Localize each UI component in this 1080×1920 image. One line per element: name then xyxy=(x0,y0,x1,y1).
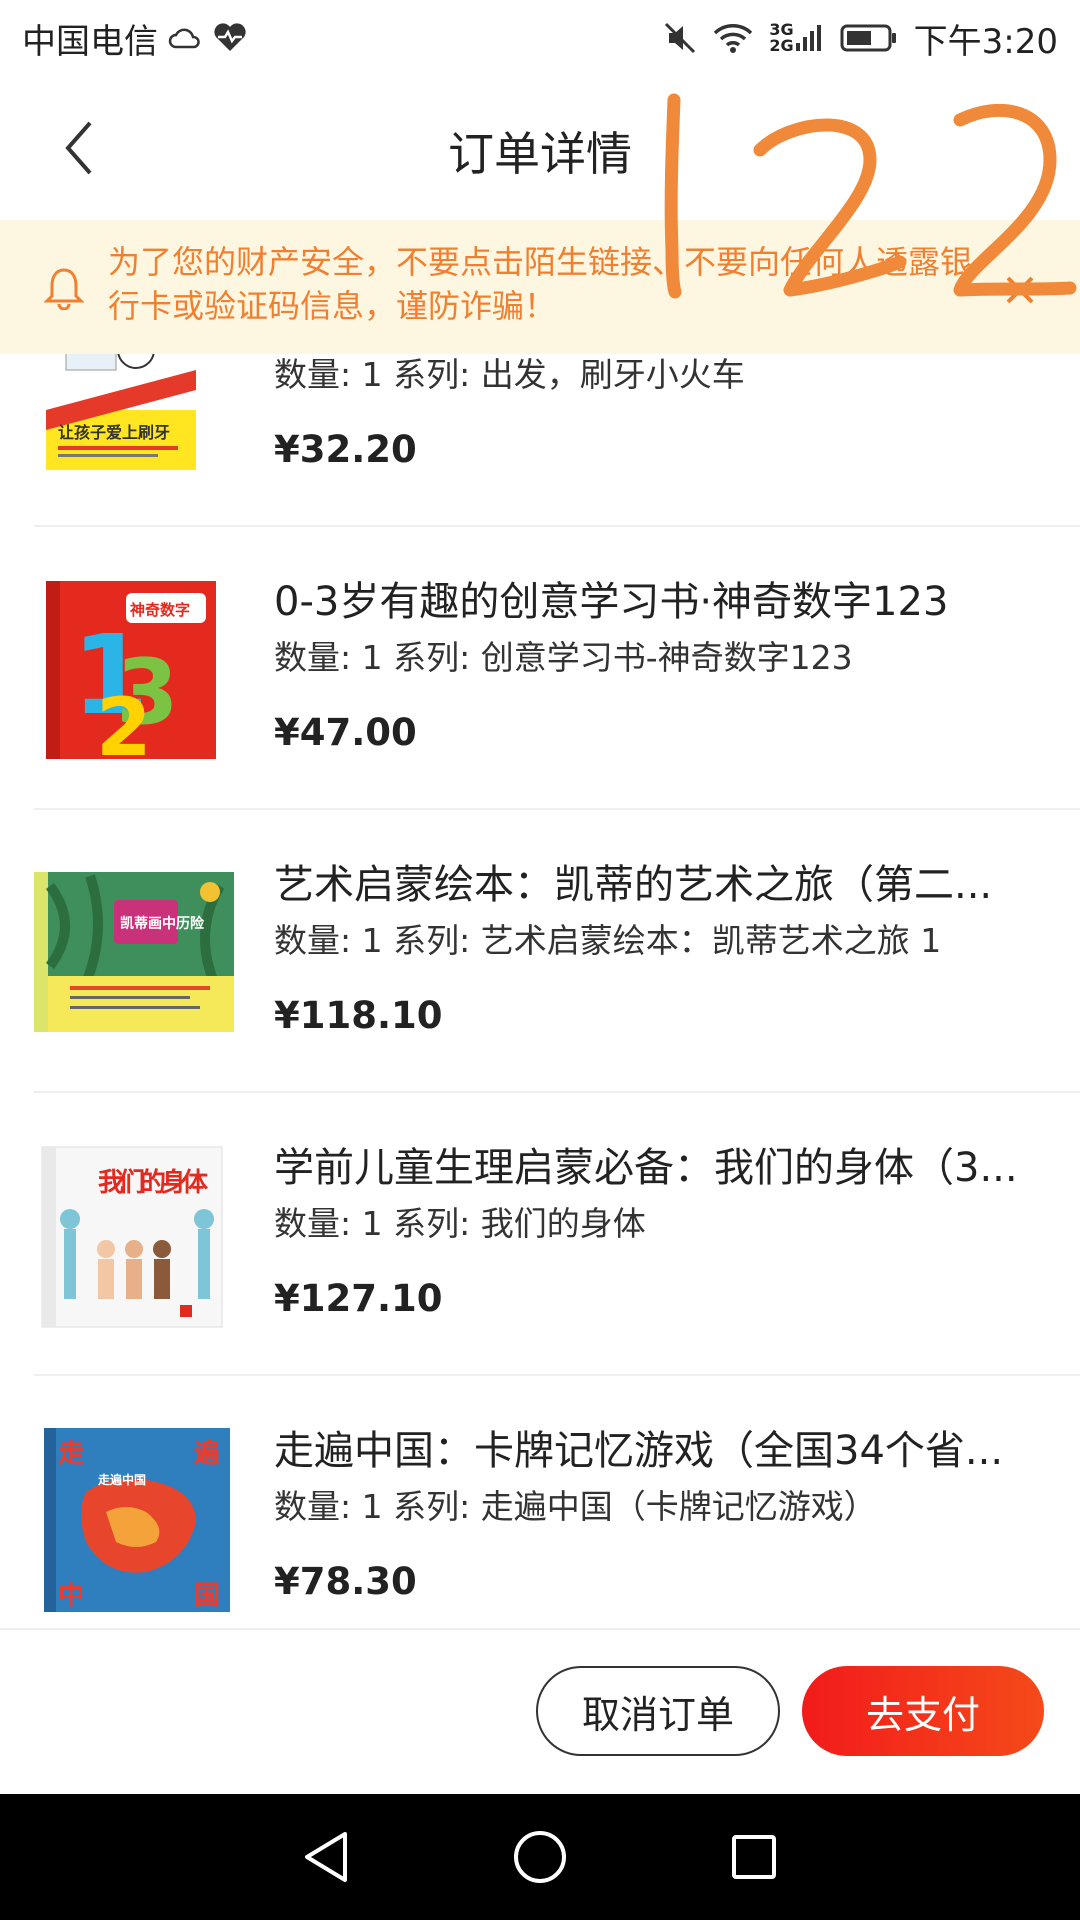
svg-text:2: 2 xyxy=(96,681,152,763)
heart-pulse-icon xyxy=(212,23,248,53)
back-triangle-icon[interactable] xyxy=(294,1825,358,1889)
svg-text:走: 走 xyxy=(58,1439,84,1469)
item-price: ¥78.30 xyxy=(274,1560,417,1603)
status-bar: 中国电信 3G 2G 下午3:20 xyxy=(0,0,1080,76)
network-2g-label: 2G xyxy=(769,36,794,55)
order-action-bar: 取消订单 去支付 xyxy=(0,1628,1080,1794)
item-spec: 数量: 1 系列: 我们的身体 xyxy=(274,1204,646,1243)
page-title: 订单详情 xyxy=(448,127,632,181)
item-spec: 数量: 1 系列: 出发，刷牙小火车 xyxy=(274,355,745,394)
item-price: ¥32.20 xyxy=(274,428,417,471)
mute-icon xyxy=(663,21,697,55)
item-spec: 数量: 1 系列: 走遍中国（卡牌记忆游戏） xyxy=(274,1487,877,1526)
product-thumbnail: 让孩子爱上刷牙 xyxy=(36,354,236,480)
product-thumbnail: 神奇数字 1 3 2 xyxy=(36,573,236,763)
item-title: 艺术启蒙绘本：凯蒂的艺术之旅（第二... xyxy=(274,862,993,908)
list-item[interactable]: 我们的身体 学前儿童生理启蒙必备：我们的身体（3... 数量: 1 系列: 我们… xyxy=(0,1093,1080,1376)
home-circle-icon[interactable] xyxy=(508,1825,572,1889)
system-nav-bar xyxy=(0,1794,1080,1920)
signal-icon: 3G 2G xyxy=(769,22,823,54)
item-spec: 数量: 1 系列: 创意学习书-神奇数字123 xyxy=(274,638,853,677)
security-notice: 为了您的财产安全，不要点击陌生链接、不要向任何人透露银行卡或验证码信息，谨防诈骗… xyxy=(0,220,1080,354)
svg-text:中: 中 xyxy=(58,1581,84,1611)
item-title: 学前儿童生理启蒙必备：我们的身体（3... xyxy=(274,1145,1018,1191)
cover-title: 让孩子爱上刷牙 xyxy=(58,423,170,442)
pay-button[interactable]: 去支付 xyxy=(802,1666,1044,1756)
bell-icon xyxy=(44,268,84,310)
cloud-icon xyxy=(168,25,202,51)
battery-icon xyxy=(840,23,898,53)
list-item[interactable]: 走 遍 中 国 走遍中国 走遍中国：卡牌记忆游戏（全国34个省... 数量: 1… xyxy=(0,1376,1080,1628)
item-spec: 数量: 1 系列: 艺术启蒙绘本：凯蒂艺术之旅 1 xyxy=(274,921,942,960)
product-thumbnail: 我们的身体 xyxy=(36,1139,236,1329)
item-price: ¥47.00 xyxy=(274,711,417,754)
page-header: 订单详情 xyxy=(0,76,1080,220)
order-item-list[interactable]: 让孩子爱上刷牙 数量: 1 系列: 出发，刷牙小火车 ¥32.20 神奇数字 1… xyxy=(0,354,1080,1628)
cover-title: 我们的身体 xyxy=(98,1167,209,1198)
notice-text: 为了您的财产安全，不要点击陌生链接、不要向任何人透露银行卡或验证码信息，谨防诈骗… xyxy=(108,243,973,325)
product-thumbnail: 凯蒂画中历险 xyxy=(30,856,242,1046)
cover-title: 走遍中国 xyxy=(98,1472,146,1487)
item-title: 走遍中国：卡牌记忆游戏（全国34个省... xyxy=(274,1428,1004,1474)
recents-square-icon[interactable] xyxy=(722,1825,786,1889)
wifi-icon xyxy=(713,22,753,54)
cover-title: 凯蒂画中历险 xyxy=(120,915,205,932)
item-title: 0-3岁有趣的创意学习书·神奇数字123 xyxy=(274,579,949,625)
list-item[interactable]: 凯蒂画中历险 艺术启蒙绘本：凯蒂的艺术之旅（第二... 数量: 1 系列: 艺术… xyxy=(0,810,1080,1093)
list-item[interactable]: 神奇数字 1 3 2 0-3岁有趣的创意学习书·神奇数字123 数量: 1 系列… xyxy=(0,527,1080,810)
cancel-order-button[interactable]: 取消订单 xyxy=(536,1666,780,1756)
item-price: ¥127.10 xyxy=(274,1277,443,1320)
product-thumbnail: 走 遍 中 国 走遍中国 xyxy=(36,1422,236,1612)
close-icon[interactable] xyxy=(1000,270,1040,310)
item-price: ¥118.10 xyxy=(274,994,443,1037)
carrier-label: 中国电信 xyxy=(22,21,158,62)
svg-text:遍: 遍 xyxy=(194,1439,220,1469)
list-item[interactable]: 让孩子爱上刷牙 数量: 1 系列: 出发，刷牙小火车 ¥32.20 xyxy=(0,354,1080,527)
svg-text:国: 国 xyxy=(194,1581,220,1611)
clock: 下午3:20 xyxy=(913,21,1058,62)
